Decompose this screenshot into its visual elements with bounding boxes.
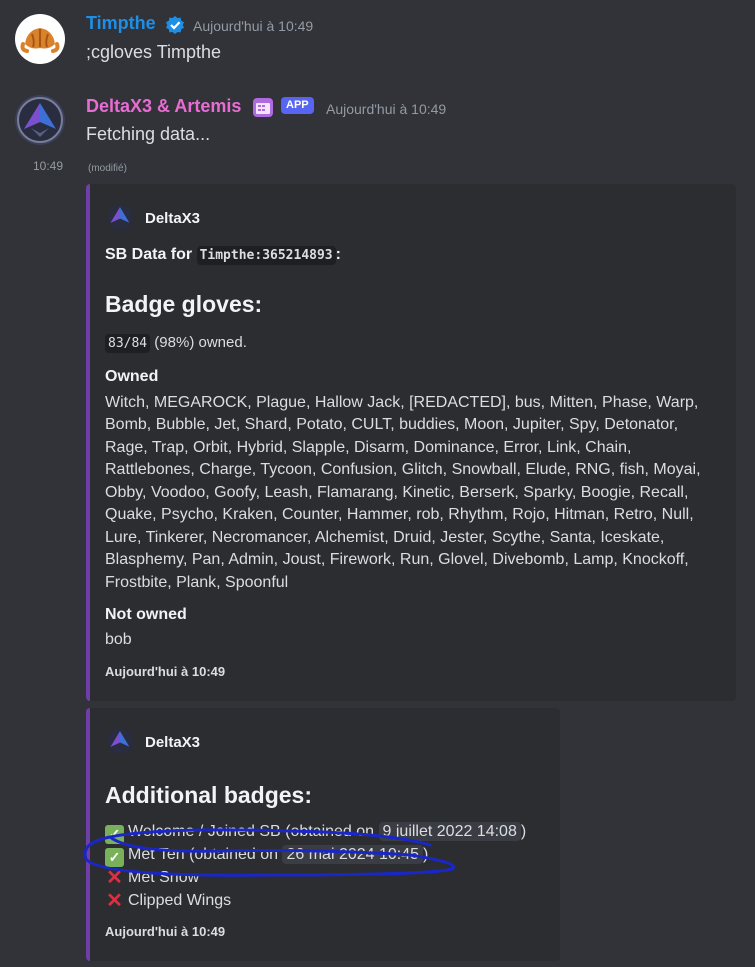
owned-count-code: 83/84 [105,334,151,353]
verified-icon [166,16,184,34]
username-deltax3-artemis[interactable]: DeltaX3 & Artemis [86,96,241,117]
not-owned-list: bob [105,631,132,648]
embed-author-name[interactable]: DeltaX3 [145,210,200,227]
embed-author-avatar [107,204,133,230]
owned-line: Quake, Psycho, Kraken, Counter, Hammer, … [105,506,694,523]
croissant-icon [20,28,60,53]
sb-data-suffix: : [335,246,341,263]
annotation-scribble [83,828,456,877]
owned-count-text: (98%) owned. [150,334,247,351]
sb-data-prefix: SB Data for [105,246,197,263]
owned-line: Lure, Tinkerer, Necromancer, Alchemist, … [105,529,665,546]
app-badge: APP [281,97,314,114]
owned-line: Bomb, Bubble, Jet, Shard, Potato, CULT, … [105,416,679,433]
deltax3-logo-icon [17,97,63,143]
owned-line: Frostbite, Plank, Spoonful [105,574,289,591]
avatar-timpthe[interactable] [15,14,65,64]
deltax3-logo-icon [107,204,133,230]
username-timpthe[interactable]: Timpthe [86,13,156,34]
embed-title: Badge gloves: [105,291,263,317]
cross-icon: ✕ [106,890,123,912]
embed-footer-timestamp: Aujourd'hui à 10:49 [105,924,226,939]
badge-text: Clipped Wings [128,892,232,909]
message-timestamp[interactable]: Aujourd'hui à 10:49 [193,18,313,34]
badge-end: ) [520,823,527,840]
calendar-icon [253,98,273,117]
embed-badge-gloves: DeltaX3 SB Data for Timpthe:365214893: B… [86,184,736,701]
owned-line: Witch, MEGAROCK, Plague, Hallow Jack, [R… [105,394,699,411]
message-timestamp[interactable]: Aujourd'hui à 10:49 [326,101,446,117]
embed-author-name[interactable]: DeltaX3 [145,734,200,751]
badge-item: ✕ Clipped Wings [105,890,232,912]
owned-heading: Owned [105,368,159,385]
embed-author-avatar [107,728,133,754]
avatar-deltax3[interactable] [15,95,65,145]
owned-line: Blasphemy, Pan, Admin, Joust, Firework, … [105,551,689,568]
owned-line: Obby, Voodoo, Goofy, Leash, Flamarang, K… [105,484,689,501]
owned-line: Rage, Trap, Orbit, Hybrid, Slapple, Disa… [105,439,632,456]
embed-title: Additional badges: [105,782,312,808]
message-content: ;cgloves Timpthe [86,42,222,62]
embed-footer-timestamp: Aujourd'hui à 10:49 [105,664,226,679]
sb-data-line: SB Data for Timpthe:365214893: [105,246,341,265]
message-content: Fetching data... [86,124,211,144]
owned-count-line: 83/84 (98%) owned. [105,334,247,353]
sb-user-code: Timpthe:365214893 [196,246,336,265]
owned-line: Rattlebones, Charge, Tycoon, Confusion, … [105,461,701,478]
edited-label: (modifié) [88,163,127,174]
not-owned-heading: Not owned [105,606,187,623]
deltax3-logo-icon [107,728,133,754]
side-timestamp[interactable]: 10:49 [33,159,63,173]
